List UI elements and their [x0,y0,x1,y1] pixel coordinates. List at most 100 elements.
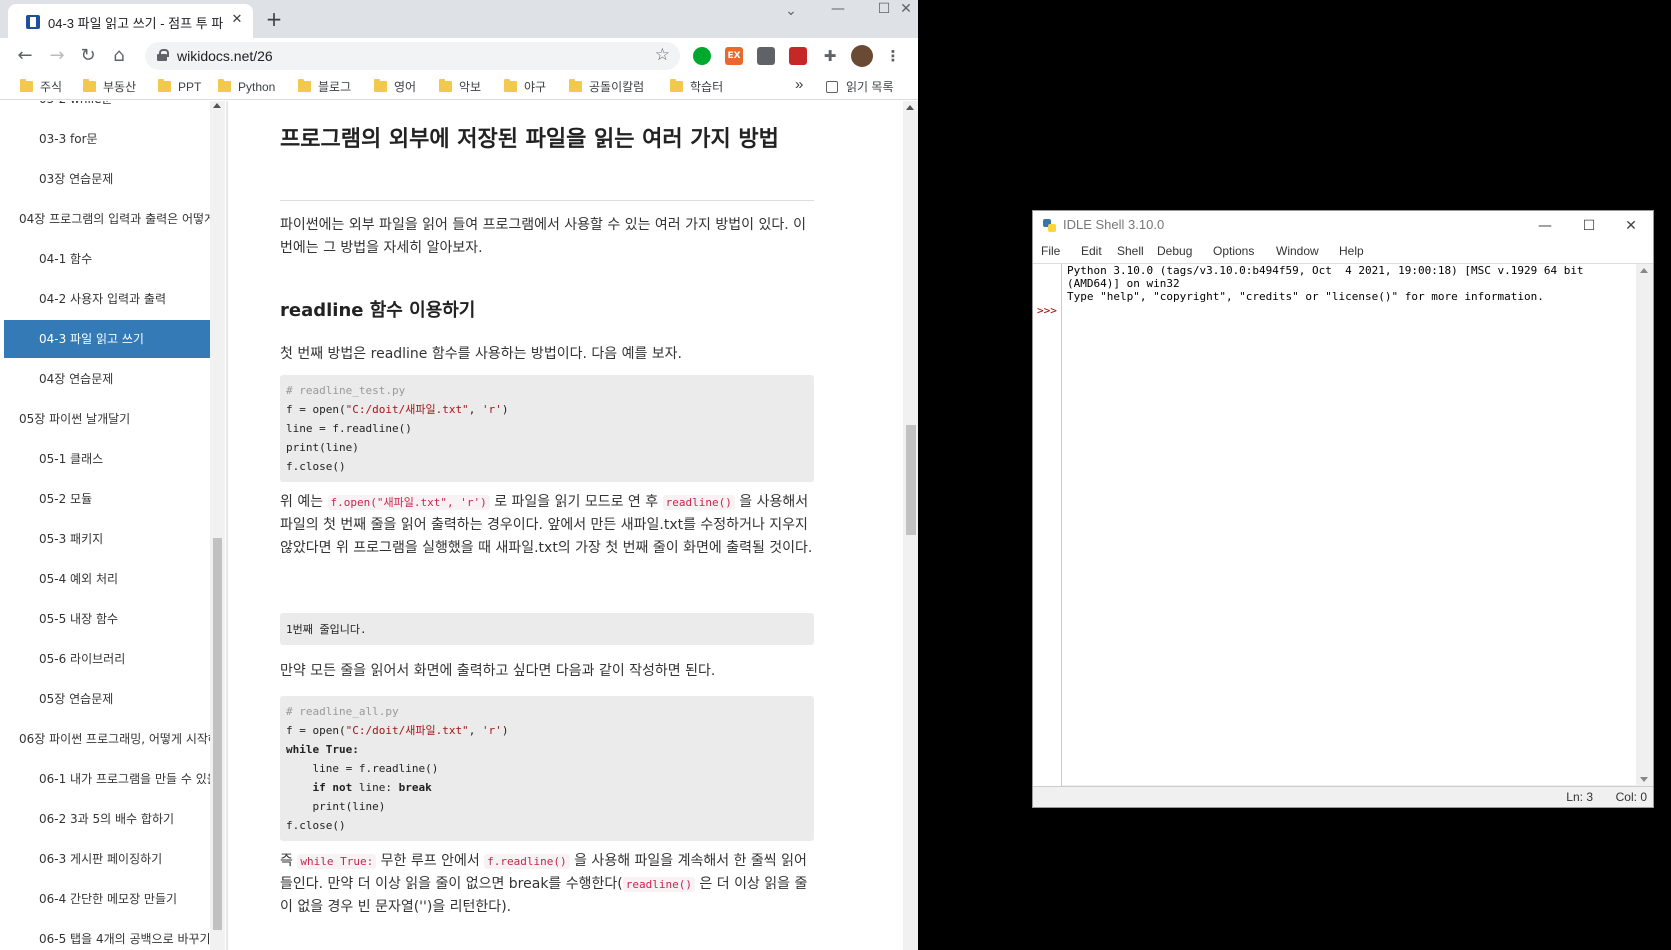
bookmark-item[interactable]: 부동산 [83,79,136,95]
status-bar: Ln: 3 Col: 0 [1033,786,1653,807]
folder-icon [374,79,387,92]
sidebar-scrollbar[interactable] [210,101,225,950]
maximize-button[interactable]: ☐ [1569,213,1609,239]
sidebar-item[interactable]: 06-2 3과 5의 배수 합하기 [4,800,210,838]
sidebar-item[interactable]: 04-2 사용자 입력과 출력 [4,280,210,318]
close-window-button[interactable]: ✕ [1611,213,1651,239]
code-line: f.close() [286,819,346,832]
bookmark-item[interactable]: 악보 [439,79,481,95]
bookmark-item[interactable]: 블로그 [298,79,351,95]
reading-list-icon [826,81,838,93]
shell-output[interactable]: Python 3.10.0 (tags/v3.10.0:b494f59, Oct… [1067,264,1633,303]
sidebar-scroll-thumb[interactable] [213,538,222,930]
folder-icon [439,79,452,92]
menu-shell[interactable]: Shell [1117,244,1144,258]
url-text[interactable]: wikidocs.net/26 [177,48,273,64]
sidebar-item[interactable]: 06장 파이썬 프로그래밍, 어떻게 시작해야 할까? [4,720,210,758]
sidebar-item[interactable]: 05-1 클래스 [4,440,210,478]
bookmarks-overflow-button[interactable]: » [795,77,803,93]
sidebar-item[interactable]: 05-5 내장 함수 [4,600,210,638]
sidebar-item[interactable]: 04장 연습문제 [4,360,210,398]
sidebar-item[interactable]: 05-2 모듈 [4,480,210,518]
browser-tab[interactable]: 04-3 파일 읽고 쓰기 - 점프 투 파이썬 ✕ [8,4,253,38]
tab-search-icon[interactable]: ⌄ [768,2,814,22]
bookmark-item[interactable]: Python [218,79,275,95]
scroll-up-icon[interactable] [213,103,221,108]
extension-book-icon[interactable] [789,47,807,65]
scroll-up-icon[interactable] [1640,268,1648,273]
code-line: f = open("C:/doit/새파일.txt", 'r') [286,403,509,416]
address-bar[interactable]: wikidocs.net/26 ☆ [145,42,680,70]
reading-list-button[interactable]: 읽기 목록 [826,79,894,95]
bookmark-item[interactable]: 영어 [374,79,416,95]
scroll-up-icon[interactable] [906,105,914,110]
extension-ex-icon[interactable]: EX [725,47,743,65]
menu-icon[interactable]: ⋮ [884,47,902,65]
sidebar-item[interactable]: 06-4 간단한 메모장 만들기 [4,880,210,918]
folder-icon [298,79,311,92]
new-tab-button[interactable]: + [262,8,286,32]
forward-icon[interactable]: → [45,44,69,68]
bookmark-item[interactable]: 공돌이칼럼 [569,79,644,95]
puzzle-icon[interactable]: ✚ [821,47,839,65]
menu-help[interactable]: Help [1339,244,1364,258]
shell-scrollbar[interactable] [1636,264,1653,786]
sidebar-item[interactable]: 05-4 예외 처리 [4,560,210,598]
home-icon[interactable]: ⌂ [107,44,131,68]
sidebar-divider [226,101,228,950]
code-line: f.close() [286,460,346,473]
inline-code: f.open("새파일.txt", 'r') [327,495,490,510]
menu-options[interactable]: Options [1213,244,1254,258]
sidebar-item[interactable]: 05장 연습문제 [4,680,210,718]
sidebar-item[interactable]: 05장 파이썬 날개달기 [4,400,210,438]
menu-file[interactable]: File [1041,244,1060,258]
sidebar-item[interactable]: 06-1 내가 프로그램을 만들 수 있을까? [4,760,210,798]
bookmark-item[interactable]: PPT [158,79,201,95]
menu-debug[interactable]: Debug [1157,244,1192,258]
page-scrollbar[interactable] [903,101,918,950]
sidebar-item-active[interactable]: 04-3 파일 읽고 쓰기 [4,320,210,358]
code-comment: # readline_test.py [286,384,406,397]
bookmark-item[interactable]: 학습터 [670,79,723,95]
bookmark-item[interactable]: 야구 [504,79,546,95]
code-block: # readline_test.py f = open("C:/doit/새파일… [280,375,814,482]
sidebar-item[interactable]: 06-3 게시판 페이징하기 [4,840,210,878]
close-tab-icon[interactable]: ✕ [229,12,245,28]
sidebar-item[interactable]: 03장 연습문제 [4,160,210,198]
code-line: print(line) [286,441,359,454]
inline-code: readline() [622,877,695,892]
bookmark-star-icon[interactable]: ☆ [655,45,670,65]
page-scroll-thumb[interactable] [906,425,916,535]
menu-edit[interactable]: Edit [1081,244,1102,258]
evernote-icon[interactable] [693,47,711,65]
tab-strip: 04-3 파일 읽고 쓰기 - 점프 투 파이썬 ✕ + ⌄ — ☐ ✕ [0,0,918,38]
extension-square-icon[interactable] [757,47,775,65]
folder-icon [569,79,582,92]
shell-area[interactable]: >>> Python 3.10.0 (tags/v3.10.0:b494f59,… [1033,263,1653,786]
sidebar-item[interactable]: 03-2 while문 [4,101,210,118]
close-window-button[interactable]: ✕ [893,0,918,20]
page-viewport: 03-2 while문 03-3 for문03장 연습문제04장 프로그램의 입력… [0,101,918,950]
sidebar-item[interactable]: 05-3 패키지 [4,520,210,558]
intro-paragraph: 파이썬에는 외부 파일을 읽어 들여 프로그램에서 사용할 수 있는 여러 가지… [280,217,806,256]
bookmark-item[interactable]: 주식 [20,79,62,95]
scroll-down-icon[interactable] [1640,777,1648,782]
folder-icon [20,79,33,92]
sidebar-item[interactable]: 04-1 함수 [4,240,210,278]
folder-icon [158,79,171,92]
back-icon[interactable]: ← [13,44,37,68]
sidebar-item[interactable]: 03-3 for문 [4,120,210,158]
sidebar-item[interactable]: 06-5 탭을 4개의 공백으로 바꾸기 [4,920,210,950]
folder-icon [670,79,683,92]
minimize-button[interactable]: — [815,0,861,20]
menu-window[interactable]: Window [1276,244,1319,258]
sidebar-item[interactable]: 04장 프로그램의 입력과 출력은 어떻게 해야 할까? [4,200,210,238]
browser-window: 04-3 파일 읽고 쓰기 - 점프 투 파이썬 ✕ + ⌄ — ☐ ✕ ← →… [0,0,918,950]
code-line: line = f.readline() [286,422,412,435]
code-line: line = f.readline() [286,762,439,775]
sidebar-item[interactable]: 05-6 라이브러리 [4,640,210,678]
inline-code: readline() [662,495,735,510]
minimize-button[interactable]: — [1525,213,1565,239]
reload-icon[interactable]: ↻ [76,44,100,68]
avatar[interactable] [851,45,873,67]
